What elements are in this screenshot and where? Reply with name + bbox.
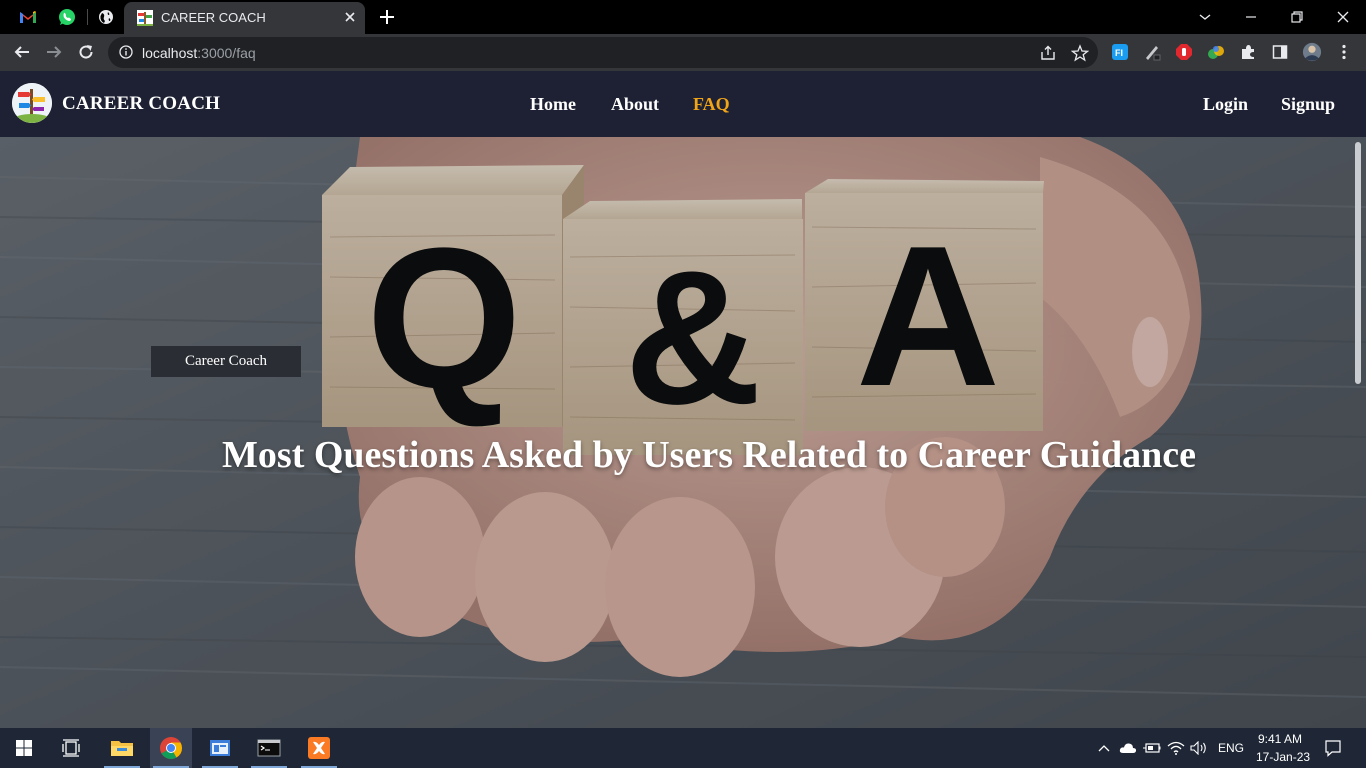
task-view-button[interactable] <box>50 728 92 768</box>
tab-search-chevron-icon[interactable] <box>1193 5 1217 29</box>
taskbar-terminal[interactable] <box>248 728 290 768</box>
url-text: localhost:3000/faq <box>142 45 256 61</box>
reload-icon[interactable] <box>75 41 97 63</box>
input-language-indicator[interactable]: ENG <box>1218 741 1244 755</box>
hero-title: Most Questions Asked by Users Related to… <box>222 434 1196 476</box>
side-panel-icon[interactable] <box>1270 42 1290 62</box>
address-bar[interactable]: localhost:3000/faq <box>108 37 1098 68</box>
extension-adblock-icon[interactable] <box>1174 42 1194 62</box>
chrome-icon <box>160 737 182 759</box>
browser-toolbar: localhost:3000/faq FI <box>0 34 1366 71</box>
new-tab-plus-icon[interactable] <box>377 7 397 27</box>
app-window-icon <box>210 740 230 756</box>
show-hidden-icons-chevron-icon[interactable] <box>1095 739 1113 757</box>
page-scrollbar-thumb[interactable] <box>1355 142 1361 384</box>
brand-name[interactable]: CAREER COACH <box>62 93 220 115</box>
bookmark-star-icon[interactable] <box>1071 44 1089 62</box>
extensions-puzzle-icon[interactable] <box>1238 42 1258 62</box>
career-coach-favicon <box>137 10 153 26</box>
whatsapp-pinned-tab[interactable] <box>52 4 82 30</box>
terminal-icon <box>257 739 281 757</box>
site-info-icon[interactable] <box>119 45 133 59</box>
extension-pen-icon[interactable] <box>1142 42 1162 62</box>
browser-menu-icon[interactable] <box>1334 42 1354 62</box>
onedrive-cloud-icon[interactable] <box>1119 739 1137 757</box>
extension-colorful-icon[interactable] <box>1206 42 1226 62</box>
extension-fi-icon[interactable]: FI <box>1110 42 1130 62</box>
browser-tab-strip: CAREER COACH <box>0 0 1366 34</box>
career-coach-logo[interactable] <box>12 83 52 123</box>
nav-link-faq[interactable]: FAQ <box>693 94 730 115</box>
gmail-icon <box>20 11 36 23</box>
nav-link-login[interactable]: Login <box>1203 94 1248 115</box>
web-pinned-tab[interactable] <box>91 4 121 30</box>
volume-speaker-icon[interactable] <box>1190 739 1208 757</box>
taskbar-xampp[interactable] <box>298 728 340 768</box>
folder-icon <box>111 741 133 756</box>
windows-logo-icon <box>16 740 32 756</box>
task-view-icon <box>62 739 80 757</box>
tab-separator <box>87 9 88 25</box>
globe-icon <box>99 10 113 24</box>
svg-text:FI: FI <box>1115 48 1123 58</box>
whatsapp-icon <box>59 9 75 25</box>
signpost-logo-icon <box>12 83 52 123</box>
nav-link-signup[interactable]: Signup <box>1281 94 1335 115</box>
url-host: localhost <box>142 45 198 61</box>
nav-link-about[interactable]: About <box>611 94 659 115</box>
close-tab-icon[interactable] <box>343 10 357 24</box>
taskbar-app-window[interactable] <box>199 728 241 768</box>
windows-taskbar: ENG 9:41 AM 17-Jan-23 <box>0 728 1366 768</box>
site-navbar: CAREER COACH Home About FAQ Login Signup <box>0 71 1366 137</box>
wifi-icon[interactable] <box>1167 739 1185 757</box>
battery-icon[interactable] <box>1143 739 1161 757</box>
hero-section: Q & A Career Coach Most Questions Asked … <box>0 137 1366 728</box>
active-tab[interactable]: CAREER COACH <box>124 2 365 34</box>
close-window-icon[interactable] <box>1331 5 1355 29</box>
forward-arrow-icon[interactable] <box>43 41 65 63</box>
share-icon[interactable] <box>1039 44 1057 62</box>
career-coach-badge: Career Coach <box>151 346 301 377</box>
action-center-notification-icon[interactable] <box>1324 739 1342 757</box>
nav-link-home[interactable]: Home <box>530 94 576 115</box>
windows-start-button[interactable] <box>3 728 45 768</box>
profile-avatar-icon[interactable] <box>1302 42 1322 62</box>
restore-window-icon[interactable] <box>1285 5 1309 29</box>
tab-title: CAREER COACH <box>161 10 266 25</box>
taskbar-clock-time[interactable]: 9:41 AM <box>1258 732 1302 746</box>
taskbar-chrome[interactable] <box>150 728 192 768</box>
gmail-pinned-tab[interactable] <box>13 4 43 30</box>
minimize-window-icon[interactable] <box>1239 5 1263 29</box>
back-arrow-icon[interactable] <box>11 41 33 63</box>
xampp-icon <box>308 737 330 759</box>
taskbar-clock-date[interactable]: 17-Jan-23 <box>1256 750 1310 764</box>
taskbar-file-explorer[interactable] <box>101 728 143 768</box>
url-path: :3000/faq <box>197 45 256 61</box>
